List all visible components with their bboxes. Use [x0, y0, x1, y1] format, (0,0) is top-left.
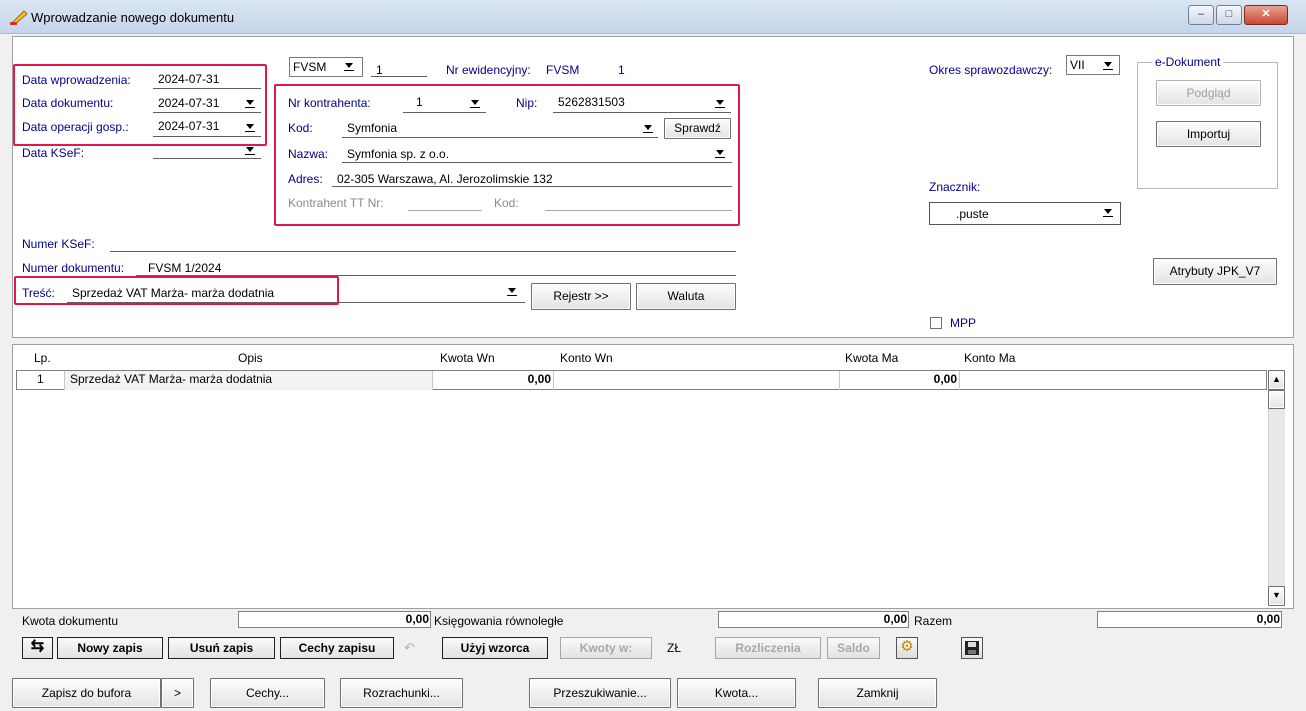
row-credit-account[interactable]	[960, 371, 1266, 390]
doc-amount-value: 0,00	[405, 612, 429, 626]
content-dropdown-icon[interactable]	[505, 284, 520, 298]
features-button[interactable]: Cechy...	[210, 678, 325, 708]
mpp-label: MPP	[950, 316, 977, 330]
amounts-in-button[interactable]: Kwoty w:	[560, 637, 652, 659]
row-debit-amount[interactable]: 0,00	[433, 371, 554, 390]
col-header-debit-account: Konto Wn	[560, 351, 613, 365]
col-header-credit-account: Konto Ma	[964, 351, 1016, 365]
sum-label: Razem	[914, 614, 953, 628]
sum-value: 0,00	[1256, 612, 1280, 626]
settlements-button[interactable]: Rozliczenia	[715, 637, 821, 659]
window-title: Wprowadzanie nowego dokumentu	[31, 10, 235, 25]
ksef-date-label: Data KSeF:	[22, 146, 85, 160]
col-header-description: Opis	[238, 351, 263, 365]
registry-number: 1	[618, 63, 625, 77]
period-value: VII	[1070, 58, 1085, 72]
save-disk-icon[interactable]	[961, 637, 983, 659]
register-button[interactable]: Rejestr >>	[531, 283, 631, 310]
doc-type-dropdown-icon[interactable]	[342, 59, 357, 73]
ksef-number-field[interactable]	[110, 251, 736, 252]
scroll-up-icon[interactable]: ▲	[1268, 370, 1285, 390]
save-to-buffer-button[interactable]: Zapisz do bufora	[12, 678, 161, 708]
currency-button[interactable]: Waluta	[636, 283, 736, 310]
row-credit-amount[interactable]: 0,00	[840, 371, 960, 390]
minimize-button[interactable]: –	[1188, 5, 1214, 25]
close-button[interactable]: Zamknij	[818, 678, 937, 708]
gear-icon[interactable]: ⚙	[896, 637, 918, 659]
registry-label: Nr ewidencyjny:	[446, 63, 531, 77]
col-header-debit-amount: Kwota Wn	[440, 351, 495, 365]
scroll-thumb[interactable]	[1268, 390, 1285, 409]
marker-value: .puste	[956, 207, 989, 221]
balance-button[interactable]: Saldo	[827, 637, 880, 659]
use-template-button[interactable]: Użyj wzorca	[442, 637, 548, 659]
col-header-credit-amount: Kwota Ma	[845, 351, 899, 365]
entry-features-button[interactable]: Cechy zapisu	[280, 637, 394, 659]
doc-type-value: FVSM	[293, 60, 327, 74]
ksef-number-label: Numer KSeF:	[22, 237, 95, 251]
settlements-footer-button[interactable]: Rozrachunki...	[340, 678, 463, 708]
row-description[interactable]: Sprzedaż VAT Marża- marża dodatnia	[65, 371, 433, 390]
mpp-checkbox[interactable]	[930, 317, 942, 329]
expand-icon-button[interactable]: ⇆	[22, 637, 53, 659]
document-number-label: Numer dokumentu:	[22, 261, 125, 275]
preview-button[interactable]: Podgląd	[1156, 80, 1261, 106]
scroll-down-icon[interactable]: ▼	[1268, 586, 1285, 606]
dates-highlight	[13, 64, 267, 146]
parallel-value: 0,00	[883, 612, 907, 626]
doc-number-value[interactable]: 1	[376, 63, 383, 77]
period-label: Okres sprawozdawczy:	[929, 63, 1053, 77]
marker-label: Znacznik:	[929, 180, 981, 194]
marker-dropdown-icon[interactable]	[1101, 205, 1116, 219]
new-entry-button[interactable]: Nowy zapis	[57, 637, 163, 659]
row-debit-account[interactable]	[554, 371, 840, 390]
maximize-button[interactable]: □	[1216, 5, 1242, 25]
edocument-group-label: e-Dokument	[1152, 55, 1224, 69]
jpk-attributes-button[interactable]: Atrybuty JPK_V7	[1153, 258, 1277, 285]
registry-type: FVSM	[546, 63, 580, 77]
period-dropdown-icon[interactable]	[1101, 58, 1116, 72]
delete-entry-button[interactable]: Usuń zapis	[168, 637, 275, 659]
undo-icon: ↶	[404, 640, 415, 655]
pencil-app-icon	[10, 10, 28, 25]
search-button[interactable]: Przeszukiwanie...	[529, 678, 671, 708]
document-number-field[interactable]: FVSM 1/2024	[148, 261, 221, 275]
import-button[interactable]: Importuj	[1156, 121, 1261, 147]
col-header-lp: Lp.	[34, 351, 51, 365]
parallel-label: Księgowania równoległe	[434, 614, 564, 628]
currency-label: ZŁ	[667, 641, 682, 655]
close-window-button[interactable]: ✕	[1244, 5, 1288, 25]
row-lp: 1	[17, 371, 65, 390]
doc-amount-label: Kwota dokumentu	[22, 614, 119, 628]
contractor-highlight	[274, 84, 740, 226]
amount-button[interactable]: Kwota...	[677, 678, 796, 708]
more-options-button[interactable]: >	[161, 678, 194, 708]
content-highlight	[14, 276, 339, 305]
